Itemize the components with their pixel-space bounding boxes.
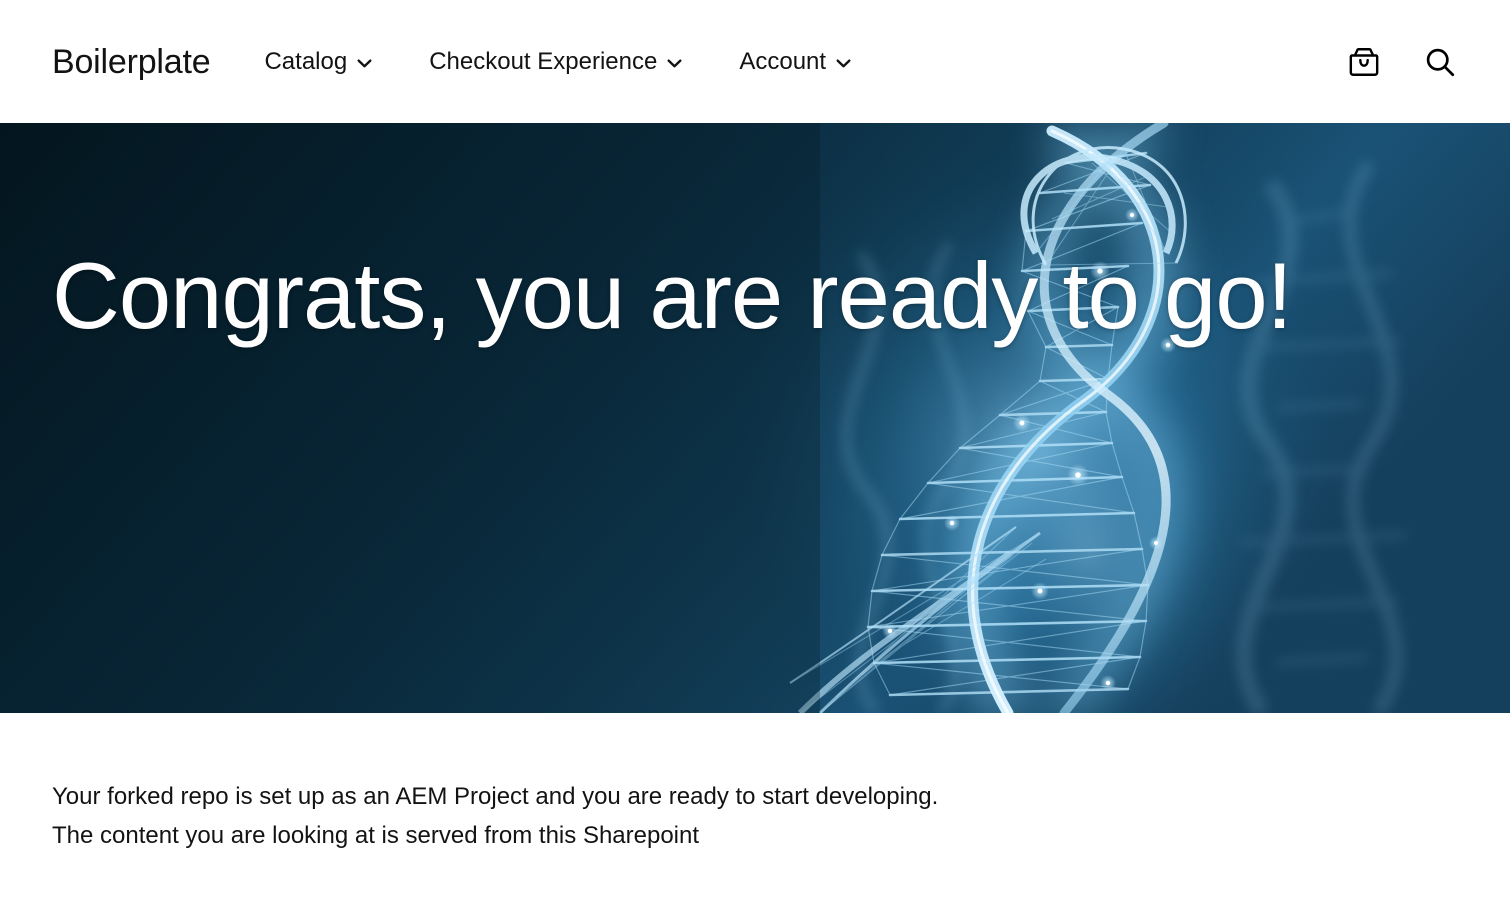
nav-item-label: Account — [739, 47, 827, 75]
site-header: Boilerplate Catalog Checkout Experience … — [0, 0, 1510, 123]
intro-line-1: Your forked repo is set up as an AEM Pro… — [52, 783, 939, 810]
nav-item-checkout-experience[interactable]: Checkout Experience — [429, 42, 683, 82]
nav-item-label: Checkout Experience — [429, 47, 658, 75]
hero-title: Congrats, you are ready to go! — [52, 243, 1293, 348]
brand-logo[interactable]: Boilerplate — [52, 45, 211, 79]
search-button[interactable] — [1420, 42, 1460, 82]
header-actions — [1344, 42, 1460, 82]
chevron-down-icon — [666, 55, 683, 72]
cart-icon — [1347, 45, 1381, 79]
intro-line-2-text: The content you are looking at is served… — [52, 821, 583, 849]
nav-item-label: Catalog — [264, 47, 348, 75]
intro-paragraph: Your forked repo is set up as an AEM Pro… — [52, 778, 1452, 856]
chevron-down-icon — [356, 55, 373, 72]
main-navigation: Catalog Checkout Experience Account — [264, 42, 852, 82]
hero-banner: Congrats, you are ready to go! — [0, 123, 1510, 713]
nav-item-catalog[interactable]: Catalog — [264, 42, 373, 82]
search-icon — [1423, 45, 1457, 79]
chevron-down-icon — [835, 55, 852, 72]
nav-item-account[interactable]: Account — [739, 42, 852, 82]
cart-button[interactable] — [1344, 42, 1384, 82]
main-content: Your forked repo is set up as an AEM Pro… — [0, 713, 1510, 856]
sharepoint-link[interactable]: Sharepoint — [583, 822, 699, 849]
hero-background-image — [0, 123, 1510, 713]
